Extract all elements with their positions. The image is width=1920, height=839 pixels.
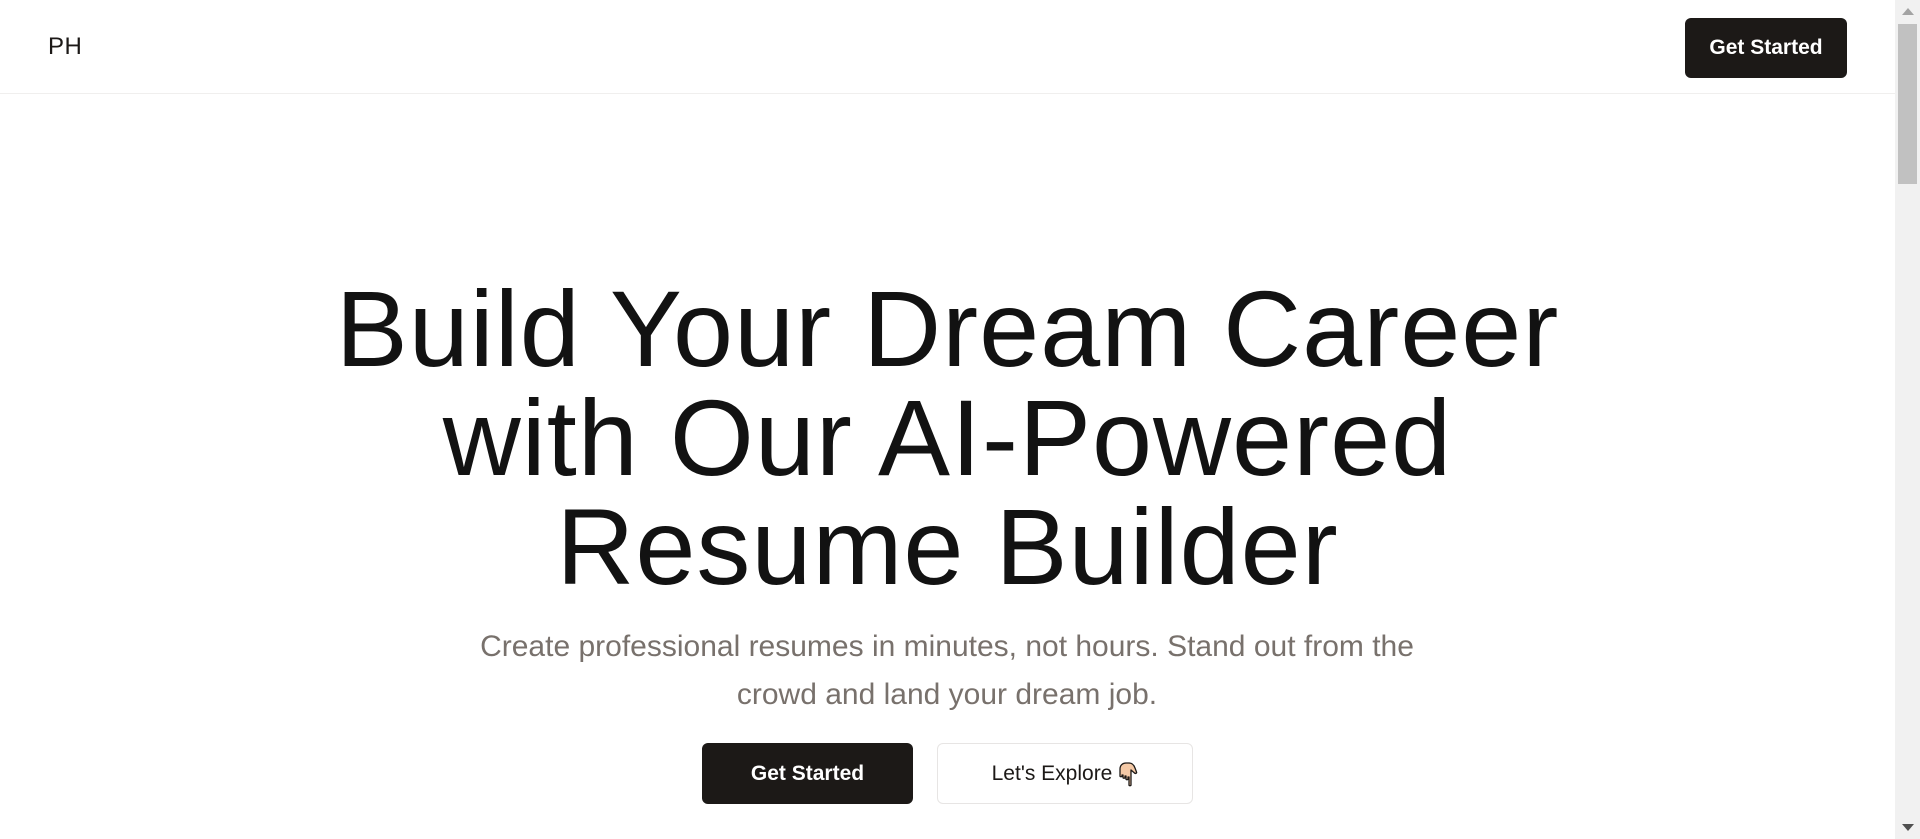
vertical-scrollbar[interactable] — [1895, 0, 1920, 839]
hand-pointing-down-icon — [1118, 761, 1138, 787]
navbar: PH Get Started — [0, 0, 1895, 94]
hero-cta-row: Get Started Let's Explore — [0, 743, 1895, 805]
hero-subtitle-line-1: Create professional resumes in minutes, … — [480, 630, 1414, 663]
hero-title-line-1: Build Your Dream Career — [335, 268, 1560, 389]
hero-get-started-button[interactable]: Get Started — [702, 743, 913, 804]
brand-logo[interactable]: PH — [48, 31, 82, 63]
hero-title-line-2: with Our AI-Powered — [442, 377, 1453, 498]
scroll-down-arrow-icon[interactable] — [1902, 824, 1914, 831]
hero-title-line-3: Resume Builder — [556, 486, 1339, 607]
scrollbar-thumb[interactable] — [1898, 24, 1917, 184]
hero-subtitle-line-2: crowd and land your dream job. — [736, 678, 1158, 711]
hero-title: Build Your Dream Career with Our AI-Powe… — [0, 274, 1895, 601]
scroll-up-arrow-icon[interactable] — [1902, 8, 1914, 15]
lets-explore-button[interactable]: Let's Explore — [937, 743, 1193, 804]
hero-subtitle: Create professional resumes in minutes, … — [447, 623, 1447, 719]
page-viewport: PH Get Started Build Your Dream Career w… — [0, 0, 1895, 839]
lets-explore-label: Let's Explore — [991, 761, 1113, 785]
nav-get-started-button[interactable]: Get Started — [1685, 18, 1847, 78]
